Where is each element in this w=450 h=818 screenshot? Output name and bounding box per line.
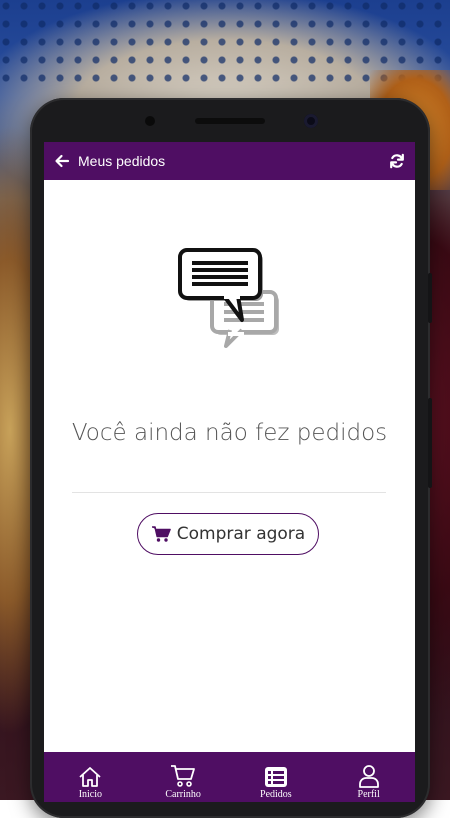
nav-item-inicio[interactable]: Inicio xyxy=(44,766,137,802)
shopping-cart-icon xyxy=(151,526,171,542)
buy-now-button[interactable]: Comprar agora xyxy=(137,513,319,555)
phone-side-button xyxy=(428,273,432,323)
nav-label-carrinho: Carrinho xyxy=(165,789,201,800)
home-icon xyxy=(79,767,101,787)
nav-item-carrinho[interactable]: Carrinho xyxy=(137,764,230,802)
arrow-left-icon[interactable] xyxy=(54,153,70,169)
nav-label-inicio: Inicio xyxy=(78,789,103,800)
cart-icon xyxy=(171,765,196,787)
buy-now-label: Comprar agora xyxy=(176,524,306,544)
chat-bubbles-icon xyxy=(178,248,279,348)
bottom-nav: Inicio Carrinho Pedidos Perfil xyxy=(44,752,415,802)
empty-orders-message: Você ainda não fez pedidos xyxy=(71,420,388,446)
phone-volume-button xyxy=(428,398,432,488)
user-icon xyxy=(358,765,379,788)
nav-item-pedidos[interactable]: Pedidos xyxy=(230,766,323,802)
phone-sensor xyxy=(145,116,155,126)
page-title: Meus pedidos xyxy=(78,153,166,169)
divider xyxy=(72,492,386,493)
app-screen: Meus pedidos Você ainda não fez pedidos … xyxy=(44,142,415,802)
app-bar: Meus pedidos xyxy=(44,142,415,180)
orders-content: Você ainda não fez pedidos Comprar agora xyxy=(44,180,415,752)
nav-label-perfil: Perfil xyxy=(357,789,380,800)
nav-label-pedidos: Pedidos xyxy=(260,789,292,800)
nav-item-perfil[interactable]: Perfil xyxy=(322,764,415,802)
list-icon xyxy=(264,767,287,787)
refresh-icon[interactable] xyxy=(389,153,405,169)
phone-speaker xyxy=(195,118,265,124)
phone-front-camera xyxy=(304,114,318,128)
phone-frame: Meus pedidos Você ainda não fez pedidos … xyxy=(30,98,432,818)
